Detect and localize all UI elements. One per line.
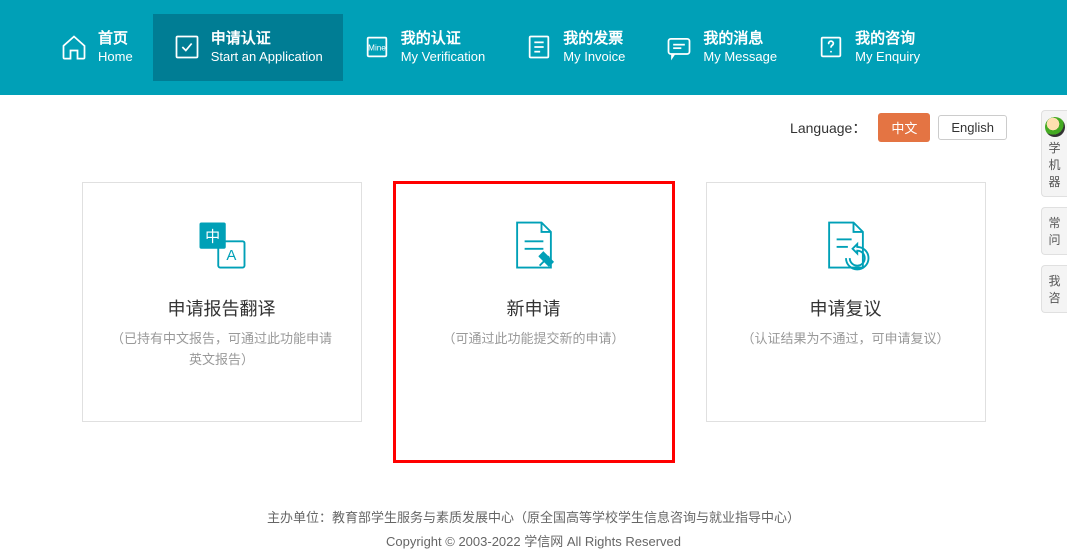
- side-dock: 学机器 常问 我咨: [1041, 110, 1067, 313]
- card-desc: （可通过此功能提交新的申请）: [418, 329, 648, 350]
- card-desc: （已持有中文报告，可通过此功能申请英文报告）: [83, 329, 361, 371]
- nav-label-cn: 我的认证: [401, 29, 486, 49]
- card-desc: （认证结果为不通过，可申请复议）: [717, 329, 973, 350]
- new-doc-icon: [502, 213, 566, 277]
- top-nav: 首页 Home 申请认证 Start an Application Mine 我…: [0, 0, 1067, 95]
- nav-message[interactable]: 我的消息 My Message: [645, 14, 797, 80]
- nav-enquiry[interactable]: 我的咨询 My Enquiry: [797, 14, 940, 80]
- footer-line1: 主办单位：教育部学生服务与素质发展中心（原全国高等学校学生信息咨询与就业指导中心…: [0, 506, 1067, 529]
- checkbox-icon: [173, 33, 201, 61]
- question-icon: [817, 33, 845, 61]
- nav-label-en: Home: [98, 49, 133, 66]
- badge-icon: Mine: [363, 33, 391, 61]
- lang-en-button[interactable]: English: [938, 115, 1007, 140]
- card-title: 申请报告翻译: [168, 295, 276, 321]
- side-bot[interactable]: 学机器: [1041, 110, 1067, 197]
- nav-verification[interactable]: Mine 我的认证 My Verification: [343, 14, 506, 80]
- bot-avatar-icon: [1045, 117, 1065, 137]
- card-reconsideration[interactable]: 申请复议 （认证结果为不通过，可申请复议）: [706, 182, 986, 422]
- nav-label-en: My Verification: [401, 49, 486, 66]
- card-title: 申请复议: [810, 295, 882, 321]
- footer: 主办单位：教育部学生服务与素质发展中心（原全国高等学校学生信息咨询与就业指导中心…: [0, 496, 1067, 553]
- svg-text:A: A: [226, 247, 236, 264]
- language-label: Language：: [790, 118, 866, 138]
- invoice-icon: [525, 33, 553, 61]
- nav-label-cn: 首页: [98, 29, 133, 49]
- home-icon: [60, 33, 88, 61]
- nav-label-cn: 我的消息: [703, 29, 777, 49]
- language-bar: Language： 中文 English: [0, 95, 1067, 152]
- nav-label-cn: 我的咨询: [855, 29, 920, 49]
- nav-invoice[interactable]: 我的发票 My Invoice: [505, 14, 645, 80]
- nav-home[interactable]: 首页 Home: [40, 14, 153, 80]
- nav-label-en: My Invoice: [563, 49, 625, 66]
- nav-label-en: My Message: [703, 49, 777, 66]
- card-new-application[interactable]: 新申请 （可通过此功能提交新的申请）: [394, 182, 674, 462]
- card-translation[interactable]: 中A 申请报告翻译 （已持有中文报告，可通过此功能申请英文报告）: [82, 182, 362, 422]
- nav-label-cn: 申请认证: [211, 29, 323, 49]
- message-icon: [665, 33, 693, 61]
- side-faq[interactable]: 常问: [1041, 207, 1067, 255]
- svg-text:Mine: Mine: [368, 44, 386, 53]
- nav-label-en: Start an Application: [211, 49, 323, 66]
- redo-doc-icon: [814, 213, 878, 277]
- nav-label-en: My Enquiry: [855, 49, 920, 66]
- footer-line2: Copyright © 2003-2022 学信网 All Rights Res…: [0, 530, 1067, 553]
- nav-label-cn: 我的发票: [563, 29, 625, 49]
- card-title: 新申请: [507, 295, 561, 321]
- side-consult[interactable]: 我咨: [1041, 265, 1067, 313]
- lang-cn-button[interactable]: 中文: [878, 113, 930, 142]
- nav-application[interactable]: 申请认证 Start an Application: [153, 14, 343, 80]
- cards-row: 中A 申请报告翻译 （已持有中文报告，可通过此功能申请英文报告） 新申请 （可通…: [0, 182, 1067, 462]
- translate-icon: 中A: [190, 213, 254, 277]
